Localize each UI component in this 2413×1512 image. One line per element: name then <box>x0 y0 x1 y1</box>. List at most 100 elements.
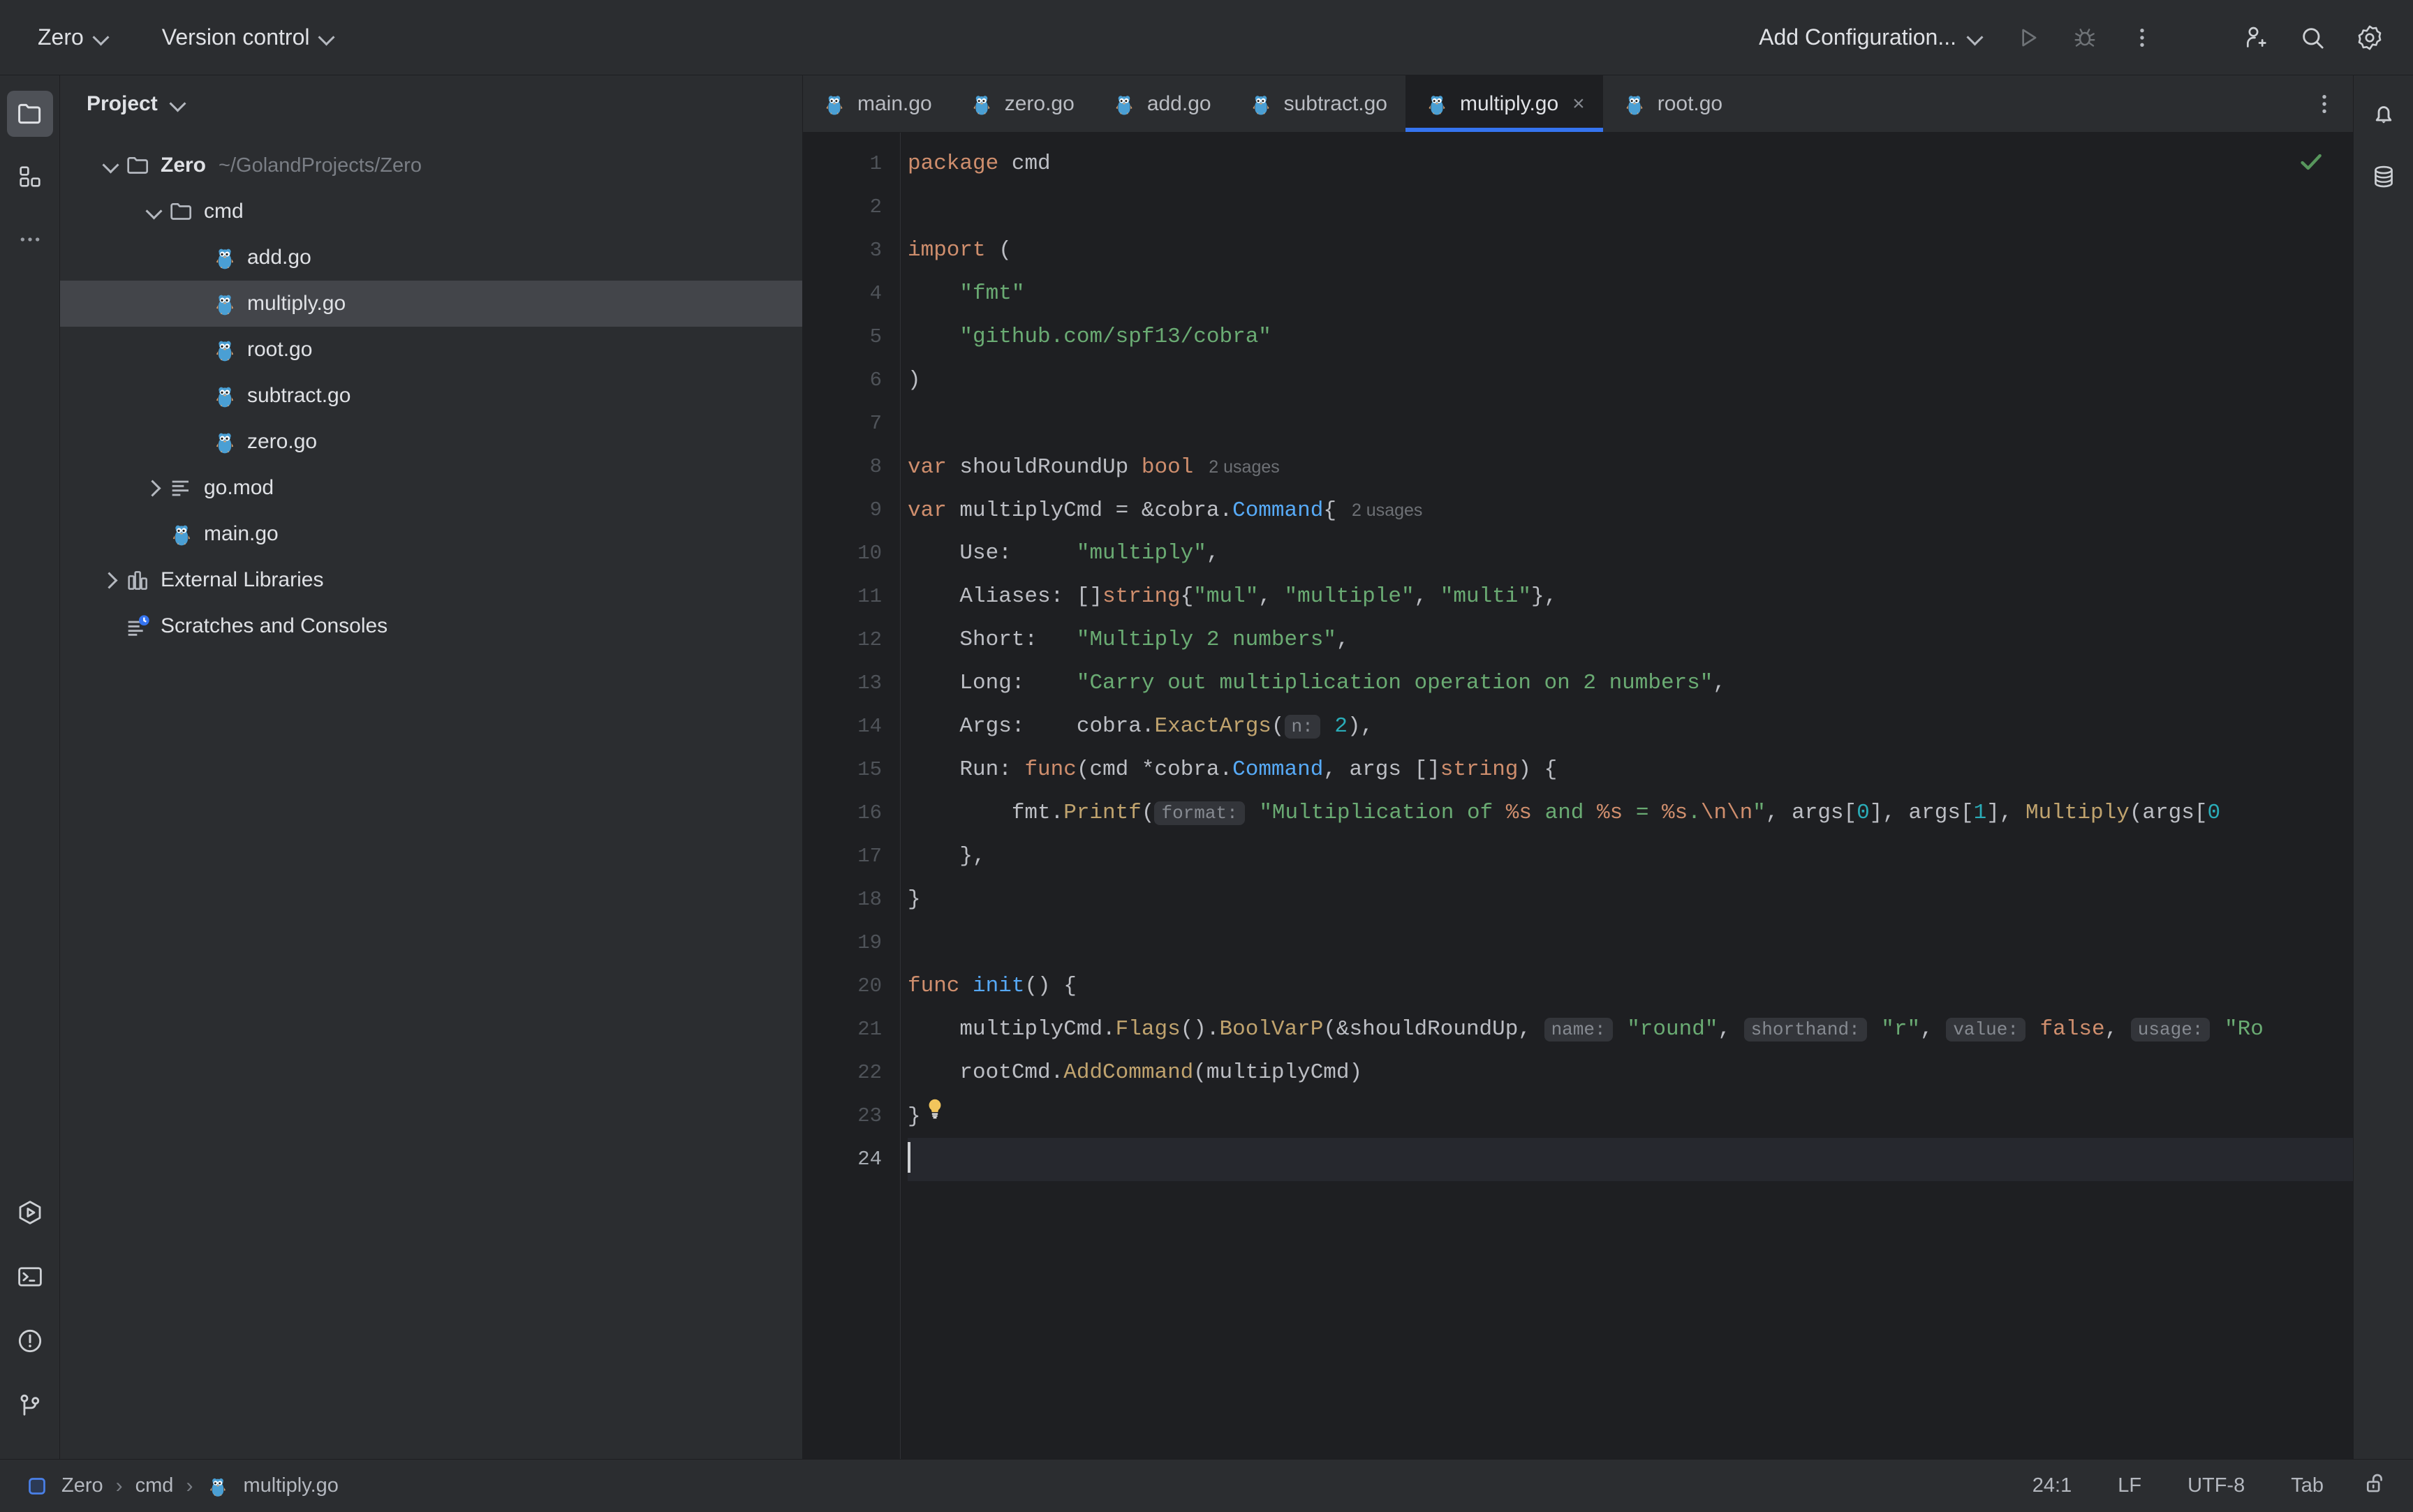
code-line[interactable]: Short: "Multiply 2 numbers", <box>908 618 2353 662</box>
tree-node-subtract-go[interactable]: subtract.go <box>60 373 802 419</box>
more-actions-button[interactable] <box>2117 13 2167 63</box>
code-token-plain: () { <box>1024 974 1076 998</box>
code-line[interactable]: package cmd <box>908 142 2353 186</box>
parameter-inlay-hint[interactable]: shorthand: <box>1744 1018 1867 1042</box>
sidebar-item-git[interactable] <box>7 1382 53 1428</box>
version-control-menu-button[interactable]: Version control <box>152 17 345 57</box>
editor-tab-zero-go[interactable]: zero.go <box>950 75 1093 132</box>
tree-node-root-go[interactable]: root.go <box>60 327 802 373</box>
settings-button[interactable] <box>2345 13 2395 63</box>
code-token-str: "github.com/spf13/cobra" <box>959 325 1271 349</box>
structure-squares-icon <box>16 163 44 191</box>
parameter-inlay-hint[interactable]: n: <box>1285 715 1320 739</box>
encoding-widget[interactable]: UTF-8 <box>2180 1470 2252 1502</box>
sidebar-item-project[interactable] <box>7 91 53 137</box>
code-editor[interactable]: 123456789101112131415161718192021222324 … <box>803 133 2353 1459</box>
parameter-inlay-hint[interactable]: usage: <box>2131 1018 2211 1042</box>
code-line[interactable]: var shouldRoundUp bool2 usages <box>908 445 2353 489</box>
tree-node-zero-go[interactable]: zero.go <box>60 419 802 465</box>
code-line[interactable]: }, <box>908 835 2353 878</box>
parameter-inlay-hint[interactable]: format: <box>1154 801 1244 825</box>
read-only-toggle[interactable] <box>2363 1470 2389 1502</box>
breadcrumb-item[interactable]: Zero <box>61 1474 103 1497</box>
code-line[interactable]: ) <box>908 359 2353 402</box>
tree-node-multiply-go[interactable]: multiply.go <box>60 281 802 327</box>
sidebar-item-run[interactable] <box>7 1189 53 1236</box>
debug-button[interactable] <box>2060 13 2110 63</box>
code-line[interactable]: Args: cobra.ExactArgs(n: 2), <box>908 705 2353 748</box>
sidebar-item-database[interactable] <box>2361 154 2407 200</box>
code-line[interactable]: } <box>908 878 2353 921</box>
code-line[interactable]: Aliases: []string{"mul", "multiple", "mu… <box>908 575 2353 618</box>
code-line[interactable]: Run: func(cmd *cobra.Command, args []str… <box>908 748 2353 792</box>
sidebar-item-structure[interactable] <box>7 154 53 200</box>
code-line[interactable]: func init() { <box>908 965 2353 1008</box>
indent-widget[interactable]: Tab <box>2284 1470 2331 1502</box>
tree-node-go-mod[interactable]: go.mod <box>60 465 802 511</box>
editor-tab-add-go[interactable]: add.go <box>1093 75 1230 132</box>
close-icon[interactable]: × <box>1572 92 1585 116</box>
editor-tab-multiply-go[interactable]: multiply.go× <box>1405 75 1603 132</box>
parameter-inlay-hint[interactable]: name: <box>1544 1018 1613 1042</box>
code-line[interactable]: Long: "Carry out multiplication operatio… <box>908 662 2353 705</box>
code-line[interactable]: var multiplyCmd = &cobra.Command{2 usage… <box>908 489 2353 532</box>
project-panel-header[interactable]: Project <box>60 75 802 133</box>
tree-node-scratches-and-consoles[interactable]: Scratches and Consoles <box>60 603 802 649</box>
intention-bulb-icon[interactable] <box>922 1095 947 1138</box>
code-line[interactable]: rootCmd.AddCommand(multiplyCmd) <box>908 1051 2353 1095</box>
code-token-plain <box>1868 1017 1882 1042</box>
code-line[interactable] <box>908 402 2353 445</box>
tree-node-label: subtract.go <box>247 384 350 408</box>
usages-inlay-hint[interactable]: 2 usages <box>1352 501 1422 520</box>
project-tool-window: Project Zero~/GolandProjects/Zerocmdadd.… <box>60 75 803 1459</box>
code-token-str: "multiple" <box>1285 584 1415 609</box>
tree-node-external-libraries[interactable]: External Libraries <box>60 557 802 603</box>
code-line[interactable]: fmt.Printf(format: "Multiplication of %s… <box>908 792 2353 835</box>
tree-node-cmd[interactable]: cmd <box>60 188 802 235</box>
tree-node-main-go[interactable]: main.go <box>60 511 802 557</box>
code-line[interactable]: "fmt" <box>908 272 2353 316</box>
code-line[interactable]: import ( <box>908 229 2353 272</box>
code-line[interactable]: } <box>908 1095 2353 1138</box>
add-user-button[interactable] <box>2230 13 2280 63</box>
sidebar-item-terminal[interactable] <box>7 1254 53 1300</box>
inspection-status-widget[interactable] <box>2297 148 2325 179</box>
parameter-inlay-hint[interactable]: value: <box>1946 1018 2025 1042</box>
chevron-down-icon[interactable] <box>142 200 166 223</box>
search-everywhere-button[interactable] <box>2287 13 2338 63</box>
tree-node-add-go[interactable]: add.go <box>60 235 802 281</box>
line-separator-widget[interactable]: LF <box>2111 1470 2148 1502</box>
editor-tab-subtract-go[interactable]: subtract.go <box>1230 75 1405 132</box>
run-button[interactable] <box>2002 13 2053 63</box>
breadcrumb: Zero›cmd›multiply.go <box>25 1474 339 1499</box>
sidebar-item-problems[interactable] <box>7 1318 53 1364</box>
line-number: 17 <box>803 835 882 878</box>
breadcrumb-item[interactable]: cmd <box>135 1474 174 1497</box>
editor-tab-options-button[interactable] <box>2311 75 2353 132</box>
code-token-kw: func <box>1024 757 1076 782</box>
go-file-icon <box>821 91 848 117</box>
breadcrumb-item[interactable]: multiply.go <box>243 1474 338 1497</box>
code-line[interactable]: Use: "multiply", <box>908 532 2353 575</box>
run-configuration-selector[interactable]: Add Configuration... <box>1746 17 1995 57</box>
usages-inlay-hint[interactable]: 2 usages <box>1209 457 1279 477</box>
code-line[interactable]: "github.com/spf13/cobra" <box>908 316 2353 359</box>
go-file-icon <box>205 1474 230 1499</box>
editor-tab-root-go[interactable]: root.go <box>1603 75 1741 132</box>
code-content[interactable]: package cmd import ( "fmt" "github.com/sp… <box>901 133 2353 1459</box>
breadcrumb-separator: › <box>186 1474 193 1498</box>
chevron-down-icon[interactable] <box>99 154 123 177</box>
code-token-plain: , <box>1415 584 1440 609</box>
code-line[interactable] <box>908 921 2353 965</box>
chevron-right-icon[interactable] <box>99 568 123 592</box>
editor-tab-main-go[interactable]: main.go <box>803 75 950 132</box>
sidebar-item-more[interactable] <box>7 216 53 262</box>
chevron-right-icon[interactable] <box>142 476 166 500</box>
tree-node-zero[interactable]: Zero~/GolandProjects/Zero <box>60 142 802 188</box>
caret-position-widget[interactable]: 24:1 <box>2025 1470 2079 1502</box>
code-line[interactable] <box>908 1138 2353 1181</box>
code-line[interactable]: multiplyCmd.Flags().BoolVarP(&shouldRoun… <box>908 1008 2353 1051</box>
code-line[interactable] <box>908 186 2353 229</box>
project-menu-button[interactable]: Zero <box>28 17 119 57</box>
sidebar-item-notifications[interactable] <box>2361 91 2407 137</box>
